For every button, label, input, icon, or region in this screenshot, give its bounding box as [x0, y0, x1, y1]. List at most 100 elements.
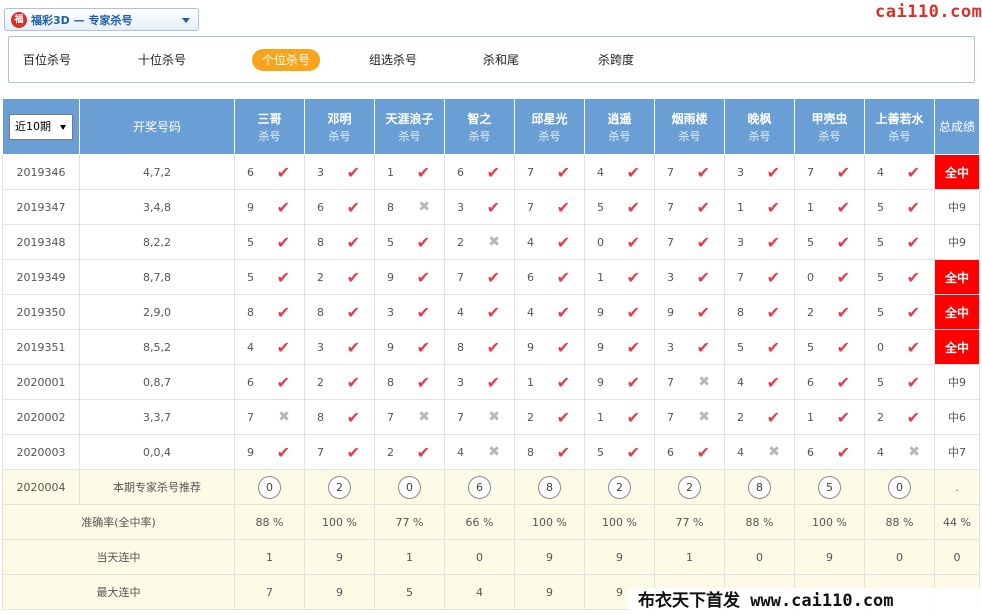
expert-name[interactable]: 三哥	[235, 110, 304, 127]
expert-kill-table: 近10期 开奖号码 三哥 杀号 邓明 杀号 天涯浪子 杀号 智之 杀号 邱星光 杀号 逍遥 杀号 烟雨楼…	[2, 98, 980, 610]
kill-cell: 8 ✔	[724, 294, 795, 330]
check-icon: ✔	[416, 372, 430, 392]
kill-cell: 4 ✖	[724, 434, 795, 470]
kill-cell-content: 4 ✔	[235, 338, 304, 357]
expert-name[interactable]: 上善若水	[865, 110, 934, 127]
expert-name[interactable]: 智之	[445, 110, 514, 127]
kill-cell: 9 ✔	[584, 329, 655, 365]
kill-cell-content: 8 ✔	[375, 373, 444, 392]
check-icon: ✔	[276, 162, 290, 182]
kill-cell-content: 8 ✖	[375, 199, 444, 215]
kill-label: 杀号	[888, 129, 911, 143]
tab-5[interactable]: 杀跨度	[588, 49, 644, 71]
kill-number: 5	[807, 340, 814, 354]
kill-cell: 1 ✔	[514, 364, 585, 400]
stat-value: 77 %	[374, 504, 445, 540]
period-select[interactable]: 近10期	[9, 113, 73, 140]
kill-cell: 1 ✔	[724, 189, 795, 225]
chevron-down-icon	[182, 18, 190, 23]
kill-number: 8	[387, 200, 394, 214]
expert-name[interactable]: 邱星光	[515, 110, 584, 127]
tab-4[interactable]: 杀和尾	[473, 49, 529, 71]
today-streak-label: 当天连中	[2, 539, 235, 575]
kill-cell-content: 5 ✔	[865, 198, 934, 217]
kill-number: 9	[667, 305, 674, 319]
kill-cell-content: 2 ✔	[375, 443, 444, 462]
table-row: 2019346 4,7,2 6 ✔ 3 ✔ 1 ✔ 6 ✔ 7 ✔ 4 ✔ 7 ✔ 3 ✔ 7 ✔ 4 ✔ 全中	[2, 154, 980, 190]
total-result-cell: 中6	[934, 399, 980, 435]
check-icon: ✔	[626, 197, 640, 217]
site-brand[interactable]: cai110.com	[875, 2, 982, 22]
kill-cell-content: 2 ✔	[305, 373, 374, 392]
expert-name[interactable]: 甲壳虫	[795, 110, 864, 127]
cross-icon: ✖	[698, 409, 710, 425]
kill-number: 2	[737, 410, 744, 424]
period-cell: 2019351	[2, 329, 80, 365]
stat-value: 100 %	[304, 504, 375, 540]
expert-header-5: 逍遥 杀号	[584, 98, 655, 155]
stat-total: 44 %	[934, 504, 980, 540]
tab-2[interactable]: 个位杀号	[252, 49, 321, 71]
kill-cell: 3 ✔	[654, 259, 725, 295]
check-icon: ✔	[696, 197, 710, 217]
kill-cell-content: 2 ✔	[725, 408, 794, 427]
kill-cell: 6 ✔	[654, 434, 725, 470]
kill-type-tabs: 百位杀号 十位杀号 个位杀号 组选杀号 杀和尾 杀跨度	[8, 36, 975, 83]
kill-cell: 8 ✔	[304, 399, 375, 435]
lottery-type-dropdown[interactable]: 福 福彩3D — 专家杀号	[4, 8, 199, 31]
kill-number: 5	[247, 270, 254, 284]
kill-number: 0	[877, 340, 884, 354]
kill-cell-content: 6 ✔	[235, 163, 304, 182]
tab-1[interactable]: 十位杀号	[128, 49, 196, 71]
total-result-cell: 全中	[934, 154, 980, 190]
kill-cell: 4 ✔	[234, 329, 305, 365]
kill-number: 7	[667, 375, 674, 389]
tab-3[interactable]: 组选杀号	[359, 49, 427, 71]
expert-header-6: 烟雨楼 杀号	[654, 98, 725, 155]
recommend-ball: 2	[678, 475, 701, 499]
check-icon: ✔	[836, 302, 850, 322]
kill-cell: 2 ✔	[794, 294, 865, 330]
period-cell: 2020002	[2, 399, 80, 435]
kill-number: 8	[457, 340, 464, 354]
check-icon: ✔	[346, 407, 360, 427]
stat-value: 9	[794, 539, 865, 575]
tab-0[interactable]: 百位杀号	[13, 49, 81, 71]
kill-number: 7	[737, 270, 744, 284]
kill-cell: 7 ✖	[374, 399, 445, 435]
kill-cell-content: 7 ✖	[235, 409, 304, 425]
expert-name[interactable]: 烟雨楼	[655, 110, 724, 127]
expert-name[interactable]: 邓明	[305, 110, 374, 127]
kill-cell-content: 4 ✔	[515, 233, 584, 252]
kill-cell-content: 9 ✔	[585, 338, 654, 357]
check-icon: ✔	[346, 302, 360, 322]
kill-cell: 5 ✔	[864, 224, 935, 260]
kill-number: 0	[807, 270, 814, 284]
recommend-ball: 6	[468, 475, 491, 499]
check-icon: ✔	[486, 267, 500, 287]
expert-name[interactable]: 逍遥	[585, 110, 654, 127]
kill-cell-content: 7 ✔	[795, 163, 864, 182]
kill-cell: 0 ✔	[794, 259, 865, 295]
check-icon: ✔	[556, 337, 570, 357]
check-icon: ✔	[346, 267, 360, 287]
kill-cell-content: 1 ✔	[515, 373, 584, 392]
kill-number: 1	[807, 410, 814, 424]
check-icon: ✔	[346, 162, 360, 182]
expert-name[interactable]: 天涯浪子	[375, 110, 444, 127]
check-icon: ✔	[486, 197, 500, 217]
stat-value: 1	[374, 539, 445, 575]
total-result-cell: 全中	[934, 259, 980, 295]
table-row: 2020001 0,8,7 6 ✔ 2 ✔ 8 ✔ 3 ✔ 1 ✔ 9 ✔ 7 ✖ 4 ✔ 6 ✔ 5 ✔ 中9	[2, 364, 980, 400]
expert-name[interactable]: 晚枫	[725, 110, 794, 127]
stat-value: 66 %	[444, 504, 515, 540]
total-result-cell: 中9	[934, 224, 980, 260]
stat-value: 0	[444, 539, 515, 575]
kill-cell: 7 ✔	[654, 189, 725, 225]
check-icon: ✔	[346, 372, 360, 392]
kill-number: 5	[737, 340, 744, 354]
period-filter-cell: 近10期	[2, 98, 80, 155]
kill-label: 杀号	[258, 129, 281, 143]
check-icon: ✔	[276, 302, 290, 322]
check-icon: ✔	[696, 232, 710, 252]
